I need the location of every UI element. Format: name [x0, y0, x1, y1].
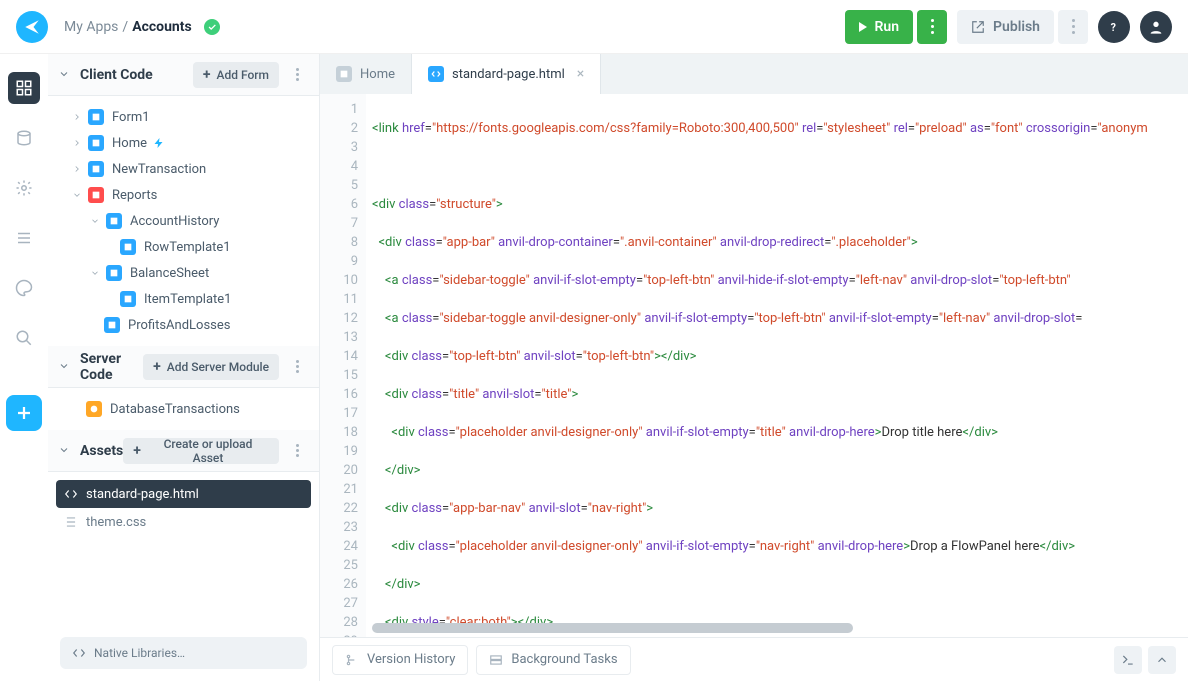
breadcrumb-parent[interactable]: My Apps	[64, 19, 118, 35]
publish-options-button[interactable]	[1058, 10, 1088, 44]
form-icon	[120, 291, 136, 307]
asset-standard-page[interactable]: standard-page.html	[56, 480, 311, 508]
sync-ok-icon	[204, 19, 220, 35]
tree-form1[interactable]: Form1	[48, 104, 319, 130]
help-button[interactable]: ?	[1098, 11, 1130, 43]
form-icon	[106, 213, 122, 229]
form-icon	[88, 161, 104, 177]
assets-more[interactable]	[285, 438, 309, 464]
publish-button[interactable]: Publish	[957, 10, 1054, 44]
tree-rowtemplate1[interactable]: RowTemplate1	[48, 234, 319, 260]
html-icon	[64, 487, 78, 501]
client-code-toggle[interactable]	[58, 68, 72, 82]
html-icon	[428, 66, 444, 82]
css-icon	[64, 515, 78, 529]
rail-data[interactable]	[8, 122, 40, 154]
tree-accounthistory[interactable]: AccountHistory	[48, 208, 319, 234]
client-code-more[interactable]	[285, 62, 309, 88]
add-form-button[interactable]: +Add Form	[193, 62, 279, 88]
run-options-button[interactable]	[917, 10, 947, 44]
version-history-button[interactable]: Version History	[332, 645, 468, 675]
line-gutter: 1234567891011121314151617181920212223242…	[320, 94, 366, 637]
tree-profitsandlosses[interactable]: ProfitsAndLosses	[48, 312, 319, 338]
run-button[interactable]: Run	[845, 10, 914, 44]
form-icon	[88, 135, 104, 151]
form-icon	[88, 109, 104, 125]
account-button[interactable]	[1140, 11, 1172, 43]
code-icon	[72, 646, 86, 660]
server-code-toggle[interactable]	[58, 360, 72, 374]
add-server-module-button[interactable]: +Add Server Module	[143, 354, 279, 380]
tree-reports[interactable]: Reports	[48, 182, 319, 208]
create-asset-button[interactable]: +Create or upload Asset	[123, 438, 279, 464]
breadcrumb: My Apps / Accounts	[64, 19, 220, 35]
package-icon	[88, 187, 104, 203]
play-icon	[859, 22, 867, 32]
tab-close-icon[interactable]: ×	[577, 66, 584, 82]
app-logo[interactable]	[16, 11, 48, 43]
horizontal-scrollbar[interactable]	[372, 623, 1174, 633]
svg-text:?: ?	[1111, 21, 1116, 34]
code-editor[interactable]: 1234567891011121314151617181920212223242…	[320, 94, 1188, 637]
tree-itemtemplate1[interactable]: ItemTemplate1	[48, 286, 319, 312]
tab-home[interactable]: Home	[320, 54, 412, 94]
breadcrumb-current: Accounts	[132, 19, 192, 35]
tree-balancesheet[interactable]: BalanceSheet	[48, 260, 319, 286]
rail-add-button[interactable]	[6, 395, 42, 431]
startup-icon	[153, 137, 165, 149]
tab-standard-page[interactable]: standard-page.html×	[412, 54, 601, 94]
tree-dbtransactions[interactable]: DatabaseTransactions	[48, 396, 319, 422]
form-icon	[336, 66, 352, 82]
server-code-header: Server Code	[80, 351, 143, 383]
assets-toggle[interactable]	[58, 444, 72, 458]
module-icon	[86, 401, 102, 417]
rail-app-browser[interactable]	[8, 72, 40, 104]
collapse-panel-button[interactable]	[1148, 646, 1176, 674]
form-icon	[106, 265, 122, 281]
native-libraries-button[interactable]: Native Libraries…	[60, 637, 307, 669]
code-lines[interactable]: <link href="https://fonts.googleapis.com…	[366, 94, 1188, 637]
rail-theme[interactable]	[8, 272, 40, 304]
assets-header: Assets	[80, 443, 123, 459]
rail-settings[interactable]	[8, 172, 40, 204]
rail-search[interactable]	[8, 322, 40, 354]
client-code-header: Client Code	[80, 67, 193, 83]
form-icon	[104, 317, 120, 333]
rail-outline[interactable]	[8, 222, 40, 254]
background-tasks-button[interactable]: Background Tasks	[476, 645, 630, 675]
asset-theme-css[interactable]: theme.css	[56, 508, 311, 536]
server-code-more[interactable]	[285, 354, 309, 380]
tree-newtransaction[interactable]: NewTransaction	[48, 156, 319, 182]
tree-home[interactable]: Home	[48, 130, 319, 156]
form-icon	[120, 239, 136, 255]
console-button[interactable]	[1114, 646, 1142, 674]
